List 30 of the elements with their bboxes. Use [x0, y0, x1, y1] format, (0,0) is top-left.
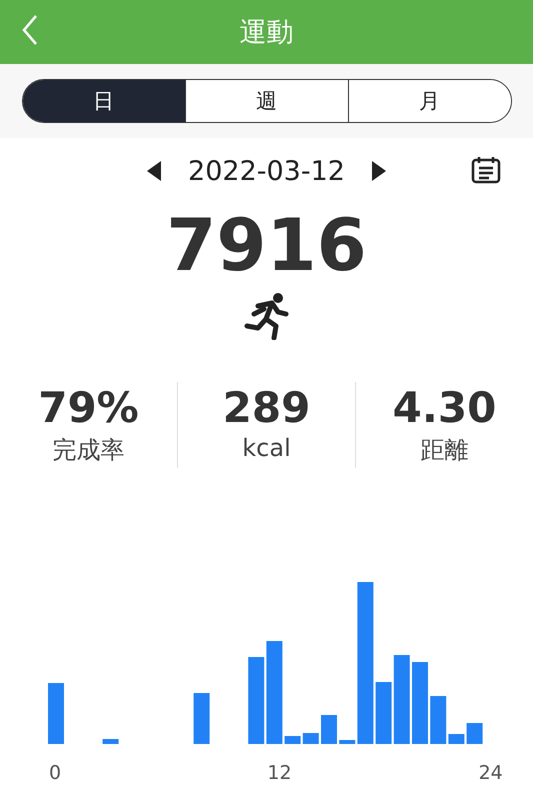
screen-title: 運動: [240, 16, 294, 50]
previous-icon[interactable]: [146, 160, 162, 182]
chart-bar: [194, 693, 210, 744]
stat-value: 4.30: [392, 382, 496, 434]
chart-bar: [284, 736, 301, 744]
chart-bar: [466, 723, 483, 744]
chart-bar: [321, 715, 337, 744]
step-count: 7916: [165, 202, 368, 289]
chart-bar: [448, 734, 464, 744]
chart-bar: [376, 682, 392, 744]
axis-label: 12: [267, 762, 292, 784]
next-icon[interactable]: [370, 160, 387, 182]
chart-bar: [48, 683, 64, 744]
date-label: 2022-03-12: [188, 156, 345, 186]
chart-bar: [430, 696, 446, 744]
back-icon[interactable]: [20, 14, 40, 46]
axis-label: 0: [49, 762, 62, 784]
stat-label: kcal: [242, 434, 291, 462]
stat-label: 完成率: [52, 435, 124, 466]
running-person-icon: [244, 292, 290, 340]
chart-bar: [102, 739, 119, 744]
stat-value: 79%: [38, 382, 139, 434]
calendar-icon[interactable]: [471, 156, 501, 184]
period-tab[interactable]: 日: [22, 80, 184, 122]
axis-label: 24: [478, 762, 503, 784]
stat-value: 289: [222, 382, 310, 434]
chart-bar: [302, 733, 319, 744]
stat-label: 距離: [420, 435, 468, 466]
period-tab[interactable]: 月: [348, 80, 510, 122]
chart-bar: [339, 740, 356, 744]
